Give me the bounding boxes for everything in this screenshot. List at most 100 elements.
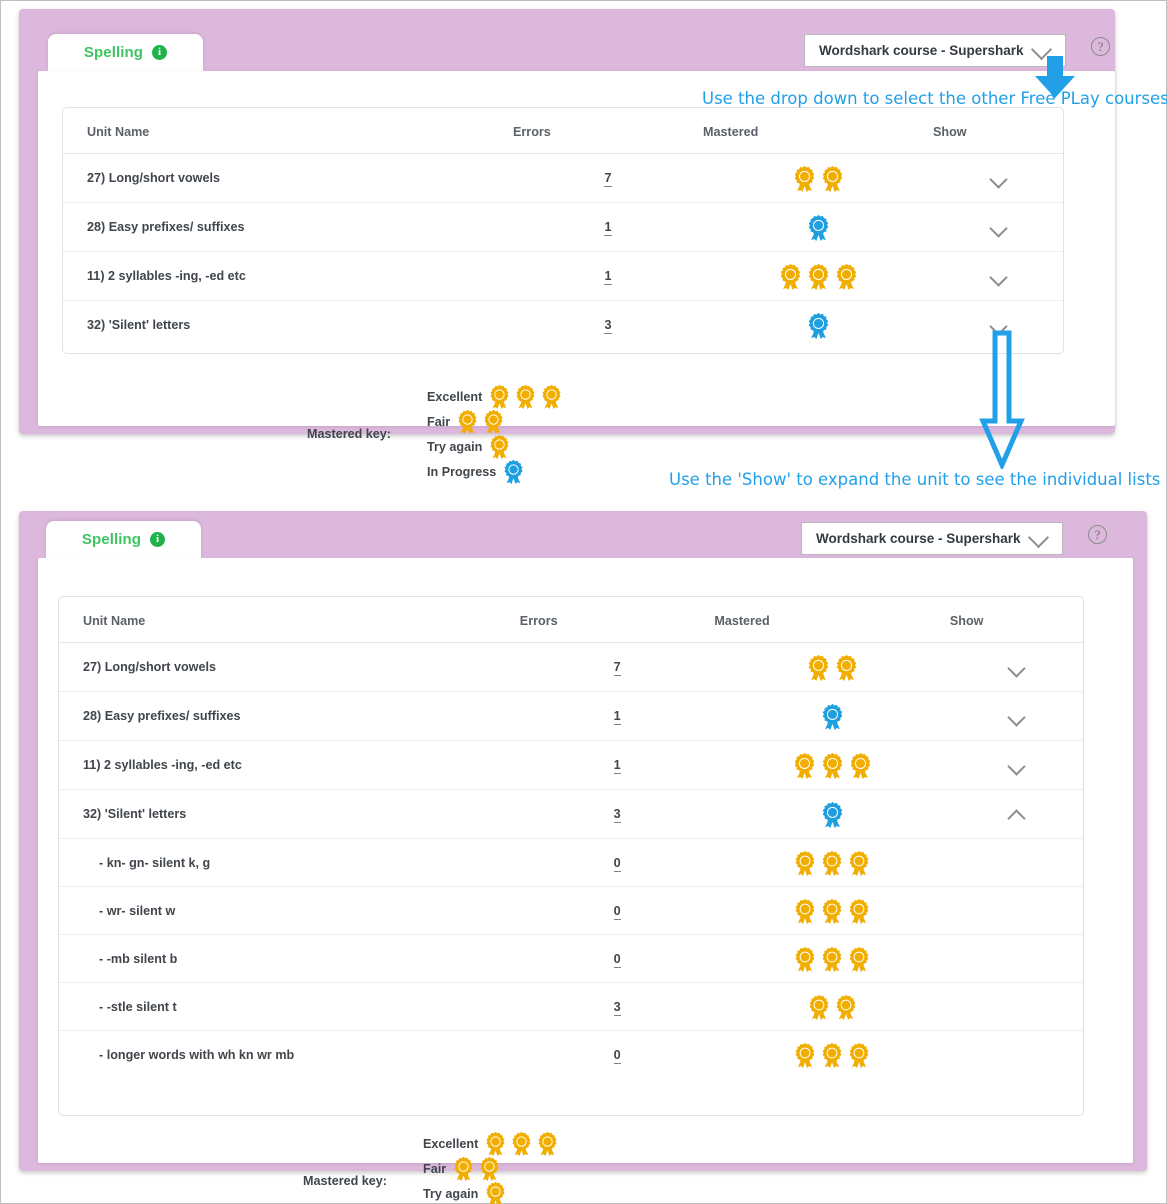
errors-link[interactable]: 0 [613,855,621,872]
chevron-down-icon-2 [1028,528,1050,550]
legend-entry: Excellent [423,1131,560,1156]
mastered-rosettes [703,263,933,290]
table-row: 27) Long/short vowels 7 [59,642,1083,692]
rosette-gold-icon [819,898,845,924]
mastered-cell [703,301,933,350]
rosette-gold-icon [535,1131,560,1156]
table-row-sublist: - kn- gn- silent k, g 0 [59,838,1083,887]
rosette-gold-icon [833,263,860,290]
legend-entry: Try again [423,1181,560,1204]
table-header-row-2: Unit Name Errors Mastered Show [59,597,1083,643]
errors-cell: 0 [519,838,715,887]
show-toggle-button[interactable] [950,790,1083,838]
errors-cell: 7 [519,642,715,692]
col-errors: Errors [513,108,703,154]
errors-link[interactable]: 1 [604,269,612,285]
mastered-rosettes [714,850,950,876]
rosette-gold-icon [481,409,506,434]
errors-cell: 1 [519,691,715,741]
help-icon-2[interactable]: ? [1088,525,1107,544]
course-select-2[interactable]: Wordshark course - Supershark [801,522,1063,555]
rosette-gold-icon [846,1042,872,1068]
info-icon-2[interactable]: i [150,532,166,547]
chevron-down-icon [990,268,1006,284]
rosette-blue-icon [819,703,846,730]
rosette-gold-icon [777,263,804,290]
unit-name-cell: - wr- silent w [59,886,520,935]
mastered-rosettes [714,946,950,972]
legend-entry-label: In Progress [427,464,497,479]
mastered-cell [714,691,950,741]
show-toggle-button[interactable] [950,692,1083,740]
errors-cell: 1 [513,202,703,252]
errors-link[interactable]: 3 [613,807,621,823]
screenshot-root: Spelling i Wordshark course - Supershark… [0,0,1167,1204]
unit-name-cell: 32) 'Silent' letters [59,789,520,839]
unit-name-cell: - -mb silent b [59,934,520,983]
rosette-blue-icon [819,801,846,828]
rosette-gold-icon [805,654,832,681]
errors-link[interactable]: 3 [613,999,621,1016]
rosette-gold-icon [792,946,818,972]
rosette-gold-icon [819,946,845,972]
table-row-sublist: - -mb silent b 0 [59,934,1083,983]
info-icon[interactable]: i [152,45,168,60]
errors-cell: 7 [513,153,703,203]
mastered-rosettes [455,409,506,434]
errors-link[interactable]: 7 [604,171,612,187]
chevron-down-icon [990,170,1006,186]
rosette-gold-icon [483,1181,508,1204]
show-toggle-button[interactable] [950,643,1083,691]
tab-spelling[interactable]: Spelling i [48,34,203,71]
errors-link[interactable]: 1 [613,758,621,774]
rosette-gold-icon [819,1042,845,1068]
rosette-gold-icon [483,1131,508,1156]
rosette-gold-icon [509,1131,534,1156]
errors-link[interactable]: 0 [613,1047,621,1064]
mastered-key-legend-2: Mastered key: ExcellentFairTry againIn P… [303,1131,590,1204]
tab-spelling-2[interactable]: Spelling i [46,521,201,558]
errors-link[interactable]: 0 [613,903,621,920]
errors-cell: 0 [519,886,715,935]
table-row: 32) 'Silent' letters 3 [59,789,1083,839]
mastered-cell [714,642,950,692]
table-row: 11) 2 syllables -ing, -ed etc 1 [59,740,1083,790]
legend-entry-label: Try again [423,1186,479,1201]
legend-entry-label: Excellent [423,1136,479,1151]
show-toggle-button[interactable] [933,203,1063,251]
rosette-gold-icon [451,1156,476,1181]
errors-cell: 1 [519,740,715,790]
col-mastered: Mastered [703,108,933,154]
rosette-gold-icon [819,850,845,876]
unit-name-cell: - longer words with wh kn wr mb [99,1047,295,1062]
chevron-down-icon [1008,757,1024,773]
legend-title-2: Mastered key: [303,1174,387,1188]
rosette-gold-icon [791,752,818,779]
mastered-cell [703,202,933,252]
show-toggle-button[interactable] [933,252,1063,300]
table-row-sublist: - wr- silent w 0 [59,886,1083,935]
errors-cell: 0 [519,934,715,983]
rosette-gold-icon [833,994,859,1020]
help-icon[interactable]: ? [1091,37,1110,56]
tab-spelling-label: Spelling [83,44,144,61]
errors-cell: 0 [520,1031,715,1079]
mastered-rosettes [714,654,950,681]
show-cell [933,153,1063,203]
show-toggle-button[interactable] [950,741,1083,789]
errors-link[interactable]: 1 [604,220,612,236]
rosette-blue-icon [805,312,832,339]
errors-link[interactable]: 7 [613,660,621,676]
errors-link[interactable]: 0 [613,951,621,968]
unit-name-cell: 11) 2 syllables -ing, -ed etc [59,740,520,790]
rosette-gold-icon [792,850,818,876]
rosette-blue-icon [501,459,526,484]
show-toggle-button[interactable] [933,154,1063,202]
errors-link[interactable]: 1 [613,709,621,725]
mastered-cell [703,153,933,203]
chevron-down-icon [990,219,1006,235]
unit-name-cell: 11) 2 syllables -ing, -ed etc [63,251,513,301]
rosette-gold-icon [477,1156,502,1181]
col-errors-2: Errors [519,597,715,643]
errors-link[interactable]: 3 [604,318,612,334]
